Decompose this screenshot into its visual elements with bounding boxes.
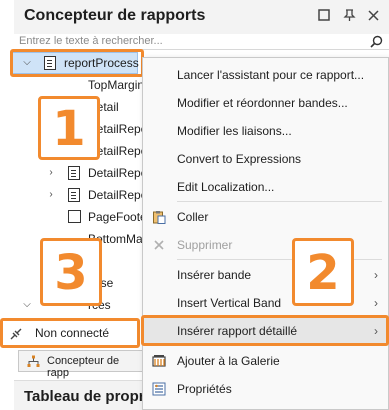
callout-badge-3: 3 xyxy=(40,238,102,306)
menu-item-label: Insérer bande xyxy=(177,268,252,282)
callout-outline-root xyxy=(10,49,144,77)
search-icon[interactable] xyxy=(370,35,383,48)
hierarchy-icon xyxy=(27,355,40,367)
band-icon xyxy=(68,166,80,180)
callout-outline-insert-detail xyxy=(141,315,389,346)
maximize-icon[interactable] xyxy=(316,9,332,25)
tree-item[interactable]: TopMargin xyxy=(88,74,144,96)
close-icon[interactable] xyxy=(365,9,381,25)
collapse-caret-icon[interactable]: ⌵ xyxy=(22,294,32,316)
connection-status-label: Non connecté xyxy=(35,326,110,340)
expand-caret-icon[interactable]: › xyxy=(46,162,56,184)
menu-item-label: Modifier et réordonner bandes... xyxy=(177,96,348,110)
menu-item-label: Edit Localization... xyxy=(177,180,275,194)
menu-item-edit-localization[interactable]: Edit Localization... xyxy=(143,173,388,201)
menu-item-label: Coller xyxy=(177,210,209,224)
menu-item-label: Modifier les liaisons... xyxy=(177,124,292,138)
report-explorer-header: Concepteur de rapports xyxy=(14,0,389,34)
context-menu: Lancer l'assistant pour ce rapport... Mo… xyxy=(142,57,389,410)
delete-icon xyxy=(154,240,164,250)
paste-icon xyxy=(153,211,166,224)
menu-item-label: Propriétés xyxy=(177,382,232,396)
menu-item-paste[interactable]: Coller xyxy=(143,203,388,231)
disconnected-icon xyxy=(10,328,22,340)
properties-icon xyxy=(152,382,166,396)
tree-item-label: DetailRepo xyxy=(88,166,148,180)
submenu-arrow-icon: › xyxy=(374,296,378,310)
pin-icon[interactable] xyxy=(341,9,357,25)
callout-badge-2: 2 xyxy=(292,238,354,306)
menu-item-properties[interactable]: Propriétés xyxy=(143,375,388,403)
menu-item-edit-bindings[interactable]: Modifier les liaisons... xyxy=(143,117,388,145)
connection-status[interactable]: Non connecté xyxy=(0,318,140,348)
search-placeholder: Entrez le texte à rechercher... xyxy=(19,35,163,47)
search-field[interactable]: Entrez le texte à rechercher... xyxy=(14,34,389,50)
expand-caret-icon[interactable]: › xyxy=(46,184,56,206)
menu-item-label: Convert to Expressions xyxy=(177,152,302,166)
menu-item-edit-bands[interactable]: Modifier et réordonner bandes... xyxy=(143,89,388,117)
tab-report-designer[interactable]: Concepteur de rapp xyxy=(18,350,143,379)
tree-item-label: DetailRepo xyxy=(88,188,148,202)
gallery-icon xyxy=(152,355,166,367)
menu-item-label: Lancer l'assistant pour ce rapport... xyxy=(177,68,365,82)
menu-item-convert-expressions[interactable]: Convert to Expressions xyxy=(143,145,388,173)
panel-title: Concepteur de rapports xyxy=(24,7,206,24)
page-footer-icon xyxy=(68,210,81,223)
band-icon xyxy=(68,188,80,202)
submenu-arrow-icon: › xyxy=(374,268,378,282)
menu-item-label: Insert Vertical Band xyxy=(177,296,282,310)
menu-separator xyxy=(177,201,382,202)
tab-report-designer-label: Concepteur de rapp xyxy=(47,355,120,379)
menu-item-label: Ajouter à la Galerie xyxy=(177,354,280,368)
properties-panel-title: Tableau de propr xyxy=(24,388,145,405)
menu-item-label: Supprimer xyxy=(177,238,233,252)
tree-item-label: TopMargin xyxy=(88,78,145,92)
menu-item-add-to-gallery[interactable]: Ajouter à la Galerie xyxy=(143,347,388,375)
callout-badge-1: 1 xyxy=(38,96,100,160)
menu-item-launch-wizard[interactable]: Lancer l'assistant pour ce rapport... xyxy=(143,61,388,89)
